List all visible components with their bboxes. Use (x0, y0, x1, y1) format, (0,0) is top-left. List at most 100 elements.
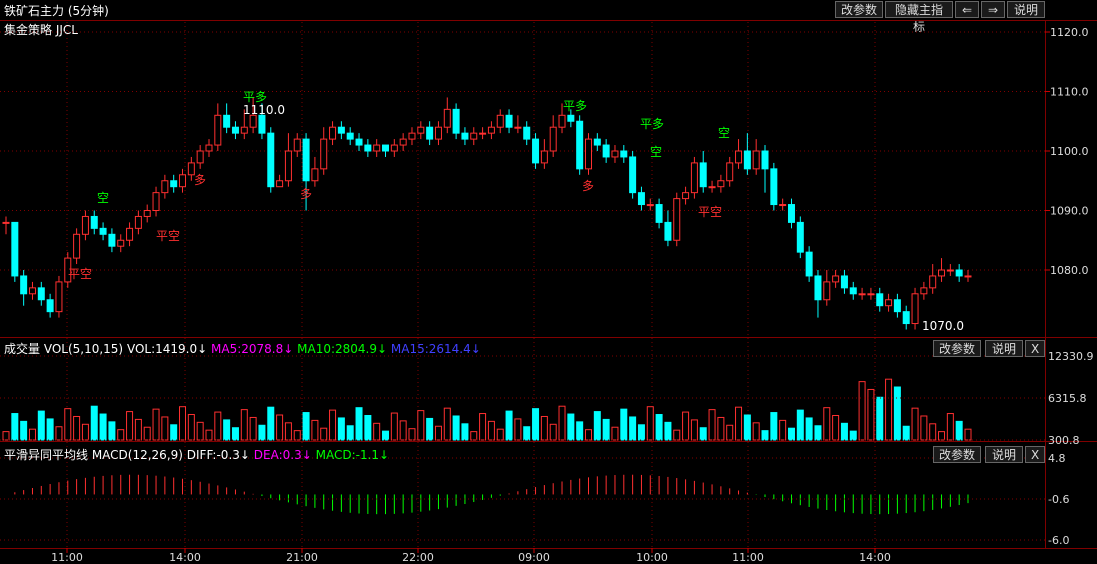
time-tick-label: 09:00 (518, 551, 550, 564)
volume-bar (170, 424, 178, 441)
candle (170, 174, 178, 193)
volume-bar (805, 417, 813, 441)
volume-bar (708, 409, 716, 441)
volume-bar (390, 412, 398, 441)
candle-body (664, 221, 672, 241)
volume-bar (426, 417, 434, 441)
candle (814, 270, 822, 318)
volume-bar (770, 412, 778, 441)
chart-canvas[interactable]: 1120.0 1110.0 1100.0 1090.0 1080.0 平空 空平空 多 平多多… (0, 0, 1097, 564)
candle-body (770, 168, 778, 206)
macd-tick-label: -0.6 (1048, 493, 1069, 506)
candle-body (320, 138, 328, 170)
candle (699, 151, 707, 193)
volume-bar (549, 423, 557, 441)
candle-body (761, 150, 769, 170)
candle-body (461, 132, 469, 140)
high-price-label: 1110.0 (243, 103, 285, 117)
candle (929, 264, 937, 294)
candle (90, 210, 98, 235)
candle (549, 115, 557, 157)
volume-bar (134, 418, 142, 441)
candle (840, 270, 848, 294)
volume-bar (179, 406, 187, 441)
volume-bar (382, 430, 390, 441)
volume-close-icon[interactable]: X (1025, 340, 1045, 357)
candle (152, 186, 160, 217)
ma15-value: MA15:2614.4↓ (390, 342, 481, 356)
volume-bar (284, 422, 292, 441)
candle (514, 115, 522, 134)
price-tick-label: 1120.0 (1050, 26, 1089, 39)
candle (434, 121, 442, 146)
candle-body (417, 126, 425, 134)
candle-body (699, 162, 707, 188)
volume-bar (373, 422, 381, 441)
candle-body (258, 114, 266, 134)
candle (911, 287, 919, 330)
volume-bar (505, 410, 513, 441)
candle (876, 287, 884, 312)
candle (779, 198, 787, 211)
volume-bars (2, 378, 972, 441)
candle-body (399, 138, 407, 146)
candle-body (540, 150, 548, 164)
candle-body (302, 138, 310, 182)
volume-bar (399, 420, 407, 441)
candle-body (787, 204, 795, 223)
signal-label: 平空 (68, 267, 92, 281)
candle-body (514, 126, 522, 129)
candle-body (584, 138, 592, 170)
time-tick-label: 10:00 (636, 551, 668, 564)
volume-bar (814, 425, 822, 441)
volume-edit-params-button[interactable]: 改参数 (933, 340, 981, 357)
candle (717, 174, 725, 193)
candle (320, 127, 328, 175)
candle (611, 145, 619, 163)
macd-close-icon[interactable]: X (1025, 446, 1045, 463)
volume-bar (329, 409, 337, 441)
volume-bar (64, 408, 72, 441)
macd-value: MACD:-1.1↓ (315, 448, 390, 462)
volume-bar (434, 425, 442, 441)
candle (382, 144, 390, 157)
candle (470, 127, 478, 146)
candle (117, 234, 125, 253)
candle (708, 180, 716, 193)
volume-bar (735, 406, 743, 441)
volume-help-button[interactable]: 说明 (985, 340, 1023, 357)
candle (37, 281, 45, 306)
price-tick-label: 1080.0 (1050, 264, 1089, 277)
grid-lines (0, 22, 1045, 548)
signal-label: 多 (194, 173, 206, 187)
volume-bar (73, 415, 81, 441)
price-axis: 1120.0 1110.0 1100.0 1090.0 1080.0 (1045, 26, 1089, 277)
candle-body (55, 281, 63, 313)
candle (893, 293, 901, 318)
candle (179, 168, 187, 193)
price-tick-label: 1090.0 (1050, 205, 1089, 218)
candle-body (46, 299, 54, 313)
candle-body (735, 150, 743, 164)
volume-bar (55, 426, 63, 441)
candle-body (673, 198, 681, 241)
volume-bar (655, 414, 663, 441)
signal-label: 空 (97, 191, 109, 205)
candle-body (249, 114, 257, 128)
candle-body (858, 293, 866, 296)
volume-bar (955, 420, 963, 441)
candle-body (214, 114, 222, 146)
candle-body (152, 192, 160, 211)
macd-help-button[interactable]: 说明 (985, 446, 1023, 463)
macd-edit-params-button[interactable]: 改参数 (933, 446, 981, 463)
volume-bar (885, 378, 893, 441)
volume-bar (779, 419, 787, 441)
volume-bar (249, 416, 257, 441)
candle-body (470, 132, 478, 140)
candle-body (929, 275, 937, 289)
volume-bar (690, 419, 698, 441)
candle (964, 270, 972, 282)
candle-body (920, 287, 928, 295)
candle (832, 270, 840, 288)
signal-label: 平空 (698, 205, 722, 219)
